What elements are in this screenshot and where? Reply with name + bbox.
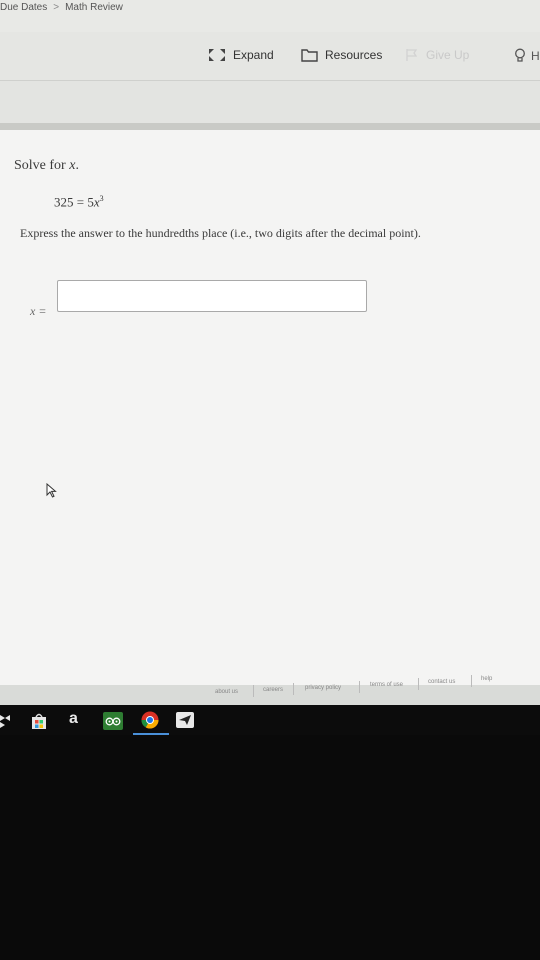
equation: 325 = 5x3 [54,194,104,210]
footer-divider [418,678,419,690]
footer-divider [253,685,254,697]
question-panel: Solve for x. 325 = 5x3 Express the answe… [0,130,540,685]
instruction-text: Express the answer to the hundredths pla… [20,226,421,240]
active-app-indicator [133,733,169,735]
header-band [0,81,540,123]
footer-link-careers[interactable]: careers [263,687,283,693]
footer-link-privacy-policy[interactable]: privacy policy [305,685,341,691]
lightbulb-icon [515,48,525,62]
breadcrumb: Due Dates > Math Review [0,2,123,13]
taskbar: a [0,705,540,735]
question-prompt: Solve for x. [14,158,79,174]
expand-label: Expand [233,48,274,62]
browser-viewport: Due Dates > Math Review Expand Resources G… [0,0,540,705]
flag-icon [406,49,418,61]
breadcrumb-due-dates[interactable]: Due Dates [0,2,47,13]
expand-icon [209,49,225,61]
resources-button[interactable]: Resources [301,48,382,62]
footer-divider [293,683,294,695]
tripadvisor-icon[interactable] [103,712,123,730]
expand-button[interactable]: Expand [208,48,274,62]
footer-link-help[interactable]: help [481,676,492,682]
give-up-button[interactable]: Give Up [405,48,469,62]
breadcrumb-math-review[interactable]: Math Review [65,2,123,13]
resources-icon [301,49,318,62]
answer-label: x = [30,304,47,318]
footer-links: about us careers privacy policy terms of… [0,672,540,700]
breadcrumb-separator: > [53,2,60,13]
give-up-label: Give Up [426,48,470,62]
hint-button[interactable]: H [514,48,540,63]
footer-divider [359,681,360,693]
toolbar: Expand Resources Give Up H [0,32,540,81]
amazon-icon[interactable]: a [69,710,78,728]
prompt-end: . [75,158,79,173]
footer-divider [471,675,472,687]
prompt-text: Solve for [14,158,70,173]
mouse-pointer-icon [46,483,57,498]
store-icon[interactable] [30,712,48,730]
equation-exponent: 3 [99,194,104,203]
chrome-icon[interactable] [141,711,159,729]
answer-input[interactable] [57,280,367,312]
header-divider [0,123,540,130]
send-icon[interactable] [176,712,194,728]
top-bar: Due Dates > Math Review [0,0,540,32]
footer-link-terms-of-use[interactable]: terms of use [370,682,403,688]
equation-lhs: 325 = 5 [54,194,94,210]
resources-label: Resources [325,48,383,62]
hint-label: H [531,48,540,63]
footer-link-about-us[interactable]: about us [215,689,238,695]
footer-link-contact-us[interactable]: contact us [428,679,455,685]
dropbox-icon[interactable] [0,712,10,728]
